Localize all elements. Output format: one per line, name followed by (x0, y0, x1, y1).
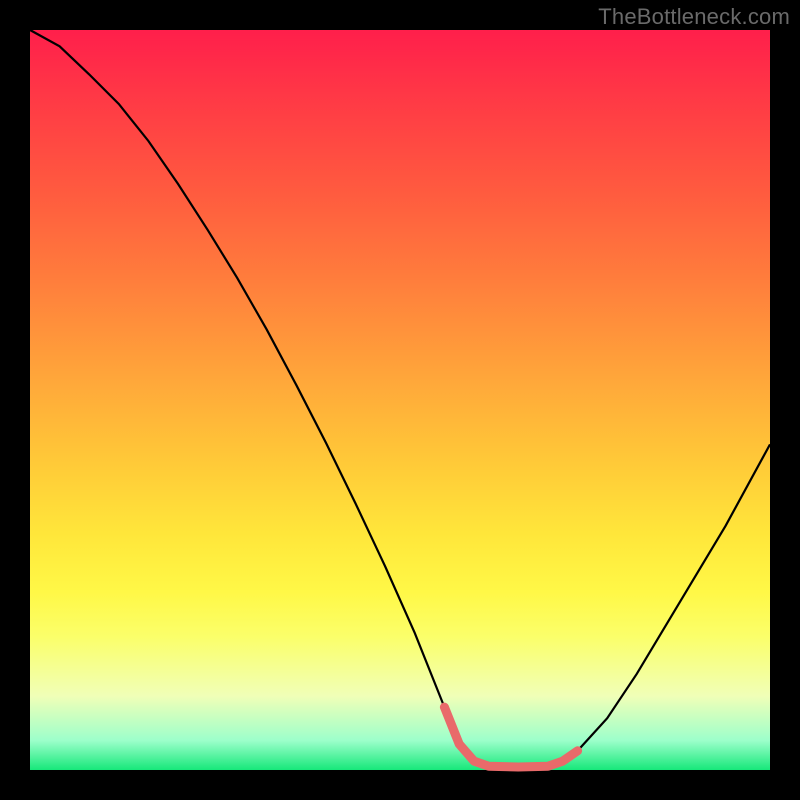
chart-stage: TheBottleneck.com (0, 0, 800, 800)
accent-curve (444, 707, 577, 767)
main-curve (30, 30, 770, 767)
plot-area (30, 30, 770, 770)
chart-svg (30, 30, 770, 770)
watermark-label: TheBottleneck.com (598, 4, 790, 30)
